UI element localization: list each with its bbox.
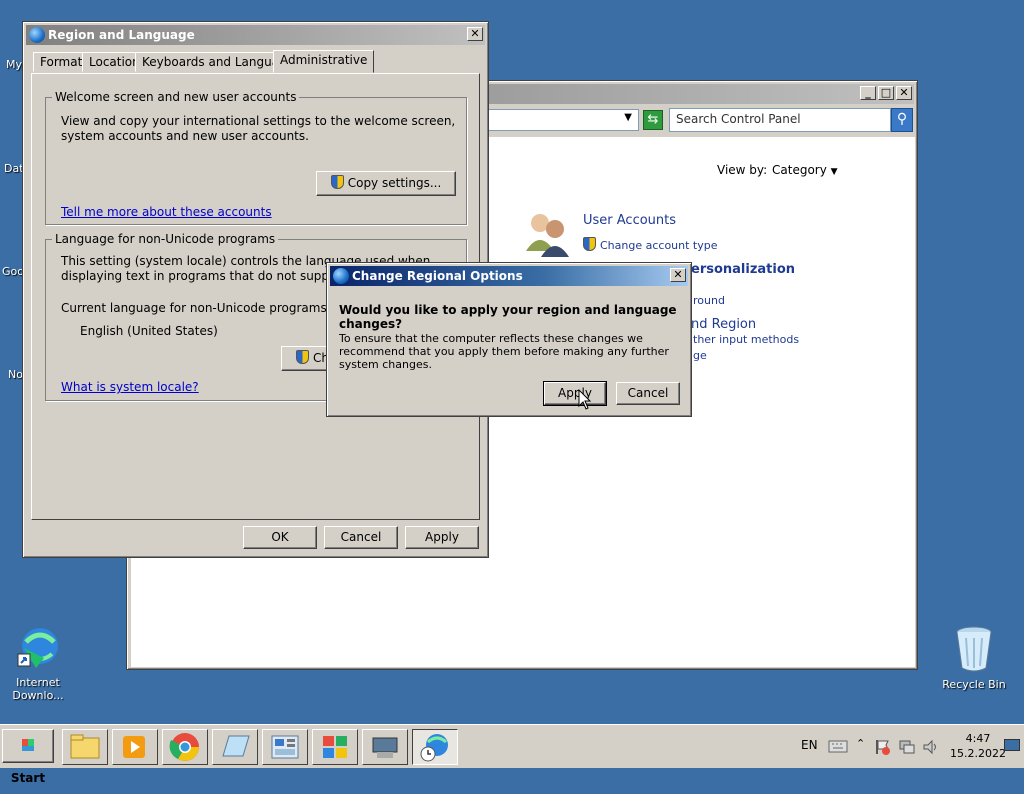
tab-administrative[interactable]: Administrative xyxy=(273,50,375,73)
modal-titlebar[interactable]: Change Regional Options ✕ xyxy=(330,266,688,286)
tell-me-more-link[interactable]: Tell me more about these accounts xyxy=(61,205,272,219)
computer-icon xyxy=(372,737,398,758)
ok-button[interactable]: OK xyxy=(243,526,317,549)
change-account-type-link[interactable]: Change account type xyxy=(583,237,718,252)
globe-download-icon xyxy=(17,628,58,668)
group-title: Language for non-Unicode programs xyxy=(52,232,279,246)
desktop-label-partial[interactable]: Dat xyxy=(4,162,24,175)
current-language-value: English (United States) xyxy=(80,324,218,338)
language-indicator[interactable]: EN xyxy=(801,738,818,752)
modal-apply-button[interactable]: Apply xyxy=(543,381,607,406)
view-by-dropdown[interactable]: Category ▼ xyxy=(772,163,838,177)
taskbar-explorer[interactable] xyxy=(62,729,108,765)
user-accounts-link[interactable]: User Accounts xyxy=(583,213,676,228)
maximize-button[interactable]: □ xyxy=(878,86,894,100)
control-panel-icon xyxy=(271,735,299,759)
chevron-down-icon[interactable]: ▼ xyxy=(624,112,632,123)
taskbar-control-panel[interactable] xyxy=(262,729,308,765)
keyboard-icon[interactable] xyxy=(828,738,848,754)
current-language-label: Current language for non-Unicode program… xyxy=(61,301,331,315)
taskbar-windows[interactable] xyxy=(312,729,358,765)
media-player-icon xyxy=(123,736,145,758)
modal-title: Change Regional Options xyxy=(352,269,523,283)
change-regional-options-dialog: Change Regional Options ✕ Would you like… xyxy=(326,262,692,417)
copy-settings-button[interactable]: Copy settings... xyxy=(316,171,456,196)
globe-icon xyxy=(29,27,45,43)
cancel-button[interactable]: Cancel xyxy=(324,526,398,549)
taskbar-chrome[interactable] xyxy=(162,729,208,765)
personalization-sub-link[interactable]: round xyxy=(693,294,725,307)
action-center-icon[interactable] xyxy=(874,738,892,756)
globe-icon xyxy=(333,268,349,284)
system-locale-link[interactable]: What is system locale? xyxy=(61,380,199,394)
group-title: Welcome screen and new user accounts xyxy=(52,90,300,104)
dialog-title: Region and Language xyxy=(48,28,195,42)
region-sub-link[interactable]: ther input methods xyxy=(693,333,799,346)
show-hidden-icons-button[interactable]: ⌃ xyxy=(856,737,865,750)
search-input[interactable]: Search Control Panel xyxy=(669,108,891,132)
taskbar-notepad[interactable] xyxy=(212,729,258,765)
user-accounts-icon xyxy=(526,214,569,257)
clock[interactable]: 4:47 15.2.2022 xyxy=(946,731,1010,761)
desktop-label-partial[interactable]: No xyxy=(8,368,23,381)
welcome-group: Welcome screen and new user accounts Vie… xyxy=(45,90,467,225)
volume-icon[interactable] xyxy=(922,738,940,756)
personalization-link[interactable]: ersonalization xyxy=(691,262,795,277)
chrome-icon xyxy=(169,733,199,761)
globe-clock-icon xyxy=(420,734,448,762)
desktop-icon-recycle-bin[interactable]: Recycle Bin xyxy=(936,624,1012,691)
mouse-cursor-icon xyxy=(578,389,592,410)
uac-shield-icon xyxy=(296,350,309,364)
close-button[interactable]: ✕ xyxy=(467,27,483,41)
view-by-label: View by: xyxy=(717,163,768,177)
apply-button[interactable]: Apply xyxy=(405,526,479,549)
region-link[interactable]: nd Region xyxy=(691,317,756,332)
taskbar-media-player[interactable] xyxy=(112,729,158,765)
desktop-icon-internet-download[interactable]: Internet Downlo... xyxy=(0,624,76,702)
close-button[interactable]: ✕ xyxy=(896,86,912,100)
desktop-icon-label: Internet Downlo... xyxy=(12,676,64,702)
modal-question: Would you like to apply your region and … xyxy=(339,303,677,331)
region-dialog-titlebar[interactable]: Region and Language ✕ xyxy=(26,25,485,45)
notepad-icon xyxy=(222,735,250,757)
search-icon[interactable]: ⚲ xyxy=(891,108,913,132)
chevron-down-icon: ▼ xyxy=(830,167,838,177)
network-icon[interactable] xyxy=(898,738,916,756)
windows-flag-icon xyxy=(323,736,347,758)
recycle-bin-icon xyxy=(956,626,992,672)
taskbar: Start EN ⌃ 4:47 15.2.2022 xyxy=(0,724,1024,785)
welcome-description: View and copy your international setting… xyxy=(61,114,456,143)
uac-shield-icon xyxy=(330,175,344,189)
minimize-button[interactable]: _ xyxy=(860,86,876,100)
modal-body: To ensure that the computer reflects the… xyxy=(339,332,669,371)
clock-time: 4:47 xyxy=(965,732,991,745)
taskbar-region-language[interactable] xyxy=(412,729,458,765)
region-sub-link[interactable]: ge xyxy=(693,349,707,362)
folder-icon xyxy=(70,734,100,759)
show-desktop-button[interactable] xyxy=(1004,739,1020,751)
close-button[interactable]: ✕ xyxy=(670,268,686,282)
clock-date: 15.2.2022 xyxy=(950,747,1006,760)
desktop-label-partial[interactable]: My xyxy=(6,58,22,71)
desktop-icon-label: Recycle Bin xyxy=(942,678,1006,691)
taskbar-network[interactable] xyxy=(362,729,408,765)
modal-cancel-button[interactable]: Cancel xyxy=(616,382,680,405)
desktop-label-partial[interactable]: Goo xyxy=(2,265,24,278)
refresh-icon[interactable]: ⇆ xyxy=(643,110,663,130)
start-button[interactable]: Start xyxy=(2,729,54,785)
windows-logo-icon xyxy=(22,739,34,751)
uac-shield-icon xyxy=(583,237,596,251)
